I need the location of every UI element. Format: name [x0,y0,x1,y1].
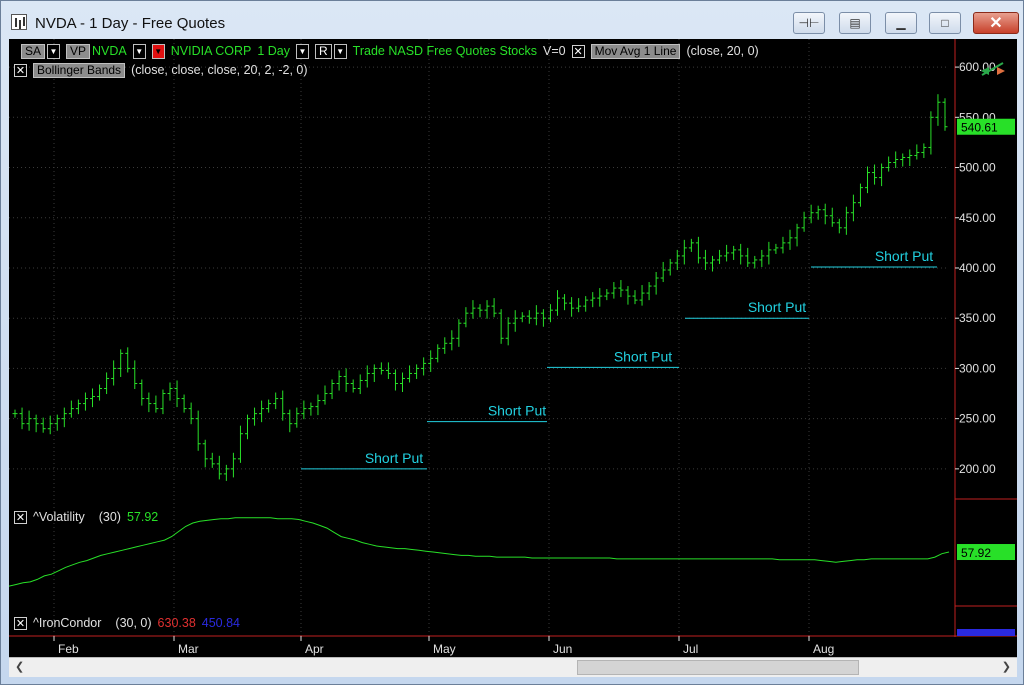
bollinger-params: (close, close, close, 20, 2, -2, 0) [131,63,308,77]
chevron-down-icon[interactable]: ▼ [296,43,309,59]
last-price-label: 540.61 [961,121,998,135]
x-tick-label: May [433,642,456,656]
title-bar[interactable]: NVDA - 1 Day - Free Quotes ⊣⊢ ▤ ▁ □ ✕ [1,1,1023,39]
close-icon[interactable]: ✕ [14,63,27,77]
chart-area[interactable]: Short Put Short Put Short Put Short Put Shor… [9,39,1017,657]
close-icon[interactable]: ✕ [571,44,585,58]
y-tick-label: 350.00 [959,311,996,325]
interval-text: 1 Day [257,44,290,58]
volatility-line [9,517,950,587]
volume-value: V=0 [543,44,566,58]
sa-button[interactable]: SA [21,43,46,59]
price-chart: Short Put Short Put Short Put Short Put Shor… [9,39,1017,656]
short-put-label: Short Put [365,450,423,466]
exchange-info: Trade NASD Free Quotes Stocks [352,44,537,58]
scroll-right-icon[interactable]: ❯ [1002,660,1011,673]
r-button[interactable]: R [315,43,332,59]
y-tick-label: 250.00 [959,412,996,426]
y-tick-label: 200.00 [959,462,996,476]
close-icon[interactable]: ✕ [14,616,27,630]
volatility-params: (30) [98,510,121,524]
ironcondor-value-red: 630.38 [157,616,196,630]
x-tick-label: Jun [553,642,572,656]
volatility-tag-label: 57.92 [961,546,991,560]
ironcondor-header: ✕ ^IronCondor (30, 0) 630.38 450.84 [14,614,246,632]
x-tick-label: Jul [683,642,698,656]
dock-icon[interactable]: ▤ [839,12,871,34]
volatility-value: 57.92 [126,510,159,524]
x-tick-label: Aug [813,642,834,656]
volatility-label: ^Volatility [33,510,85,524]
maximize-button[interactable]: □ [929,12,961,34]
scroll-thumb[interactable] [577,660,859,675]
symbol-text: NVDA [92,44,127,58]
x-tick-label: Apr [305,642,324,656]
vp-button[interactable]: VP [66,43,91,59]
y-tick-label: 400.00 [959,261,996,275]
app-window: NVDA - 1 Day - Free Quotes ⊣⊢ ▤ ▁ □ ✕ Sh… [0,0,1024,685]
close-icon[interactable]: ✕ [14,510,27,524]
bollinger-header: ✕ Bollinger Bands (close, close, close, … [14,61,314,79]
y-tick-label: 450.00 [959,211,996,225]
x-tick-label: Feb [58,642,79,656]
close-button[interactable]: ✕ [973,12,1019,34]
company-name: NVIDIA CORP [170,44,252,58]
chevron-down-icon[interactable]: ▼ [333,43,347,59]
ironcondor-params: (30, 0) [115,616,152,630]
trade-arrows-icon[interactable] [979,59,1007,79]
bollinger-button[interactable]: Bollinger Bands [33,62,126,78]
chevron-down-icon[interactable]: ▼ [132,43,146,59]
window-title: NVDA - 1 Day - Free Quotes [35,15,226,32]
short-put-label: Short Put [614,348,672,364]
short-put-label: Short Put [748,299,806,315]
mov-avg-params: (close, 20, 0) [686,44,759,58]
minimize-button[interactable]: ▁ [885,12,917,34]
chart-app-icon [11,14,27,30]
horizontal-scrollbar[interactable]: ❮ ❯ [9,657,1017,677]
x-tick-label: Mar [178,642,199,656]
chevron-down-icon[interactable]: ▼ [47,43,61,59]
symbol-header: SA ▼ VP NVDA ▼ ▼ NVIDIA CORP 1 Day ▼ R ▼… [21,42,765,60]
volatility-header: ✕ ^Volatility (30) 57.92 [14,508,164,526]
scroll-left-icon[interactable]: ❮ [15,660,24,673]
mov-avg-button[interactable]: Mov Avg 1 Line [590,43,681,59]
y-tick-label: 500.00 [959,161,996,175]
y-tick-label: 300.00 [959,361,996,375]
ironcondor-label: ^IronCondor [33,616,102,630]
pin-icon[interactable]: ⊣⊢ [793,12,825,34]
ironcondor-tag [957,629,1015,636]
short-put-label: Short Put [488,403,546,419]
short-put-label: Short Put [875,248,933,264]
color-picker-icon[interactable]: ▼ [151,43,165,59]
ironcondor-value-blue: 450.84 [201,616,241,630]
